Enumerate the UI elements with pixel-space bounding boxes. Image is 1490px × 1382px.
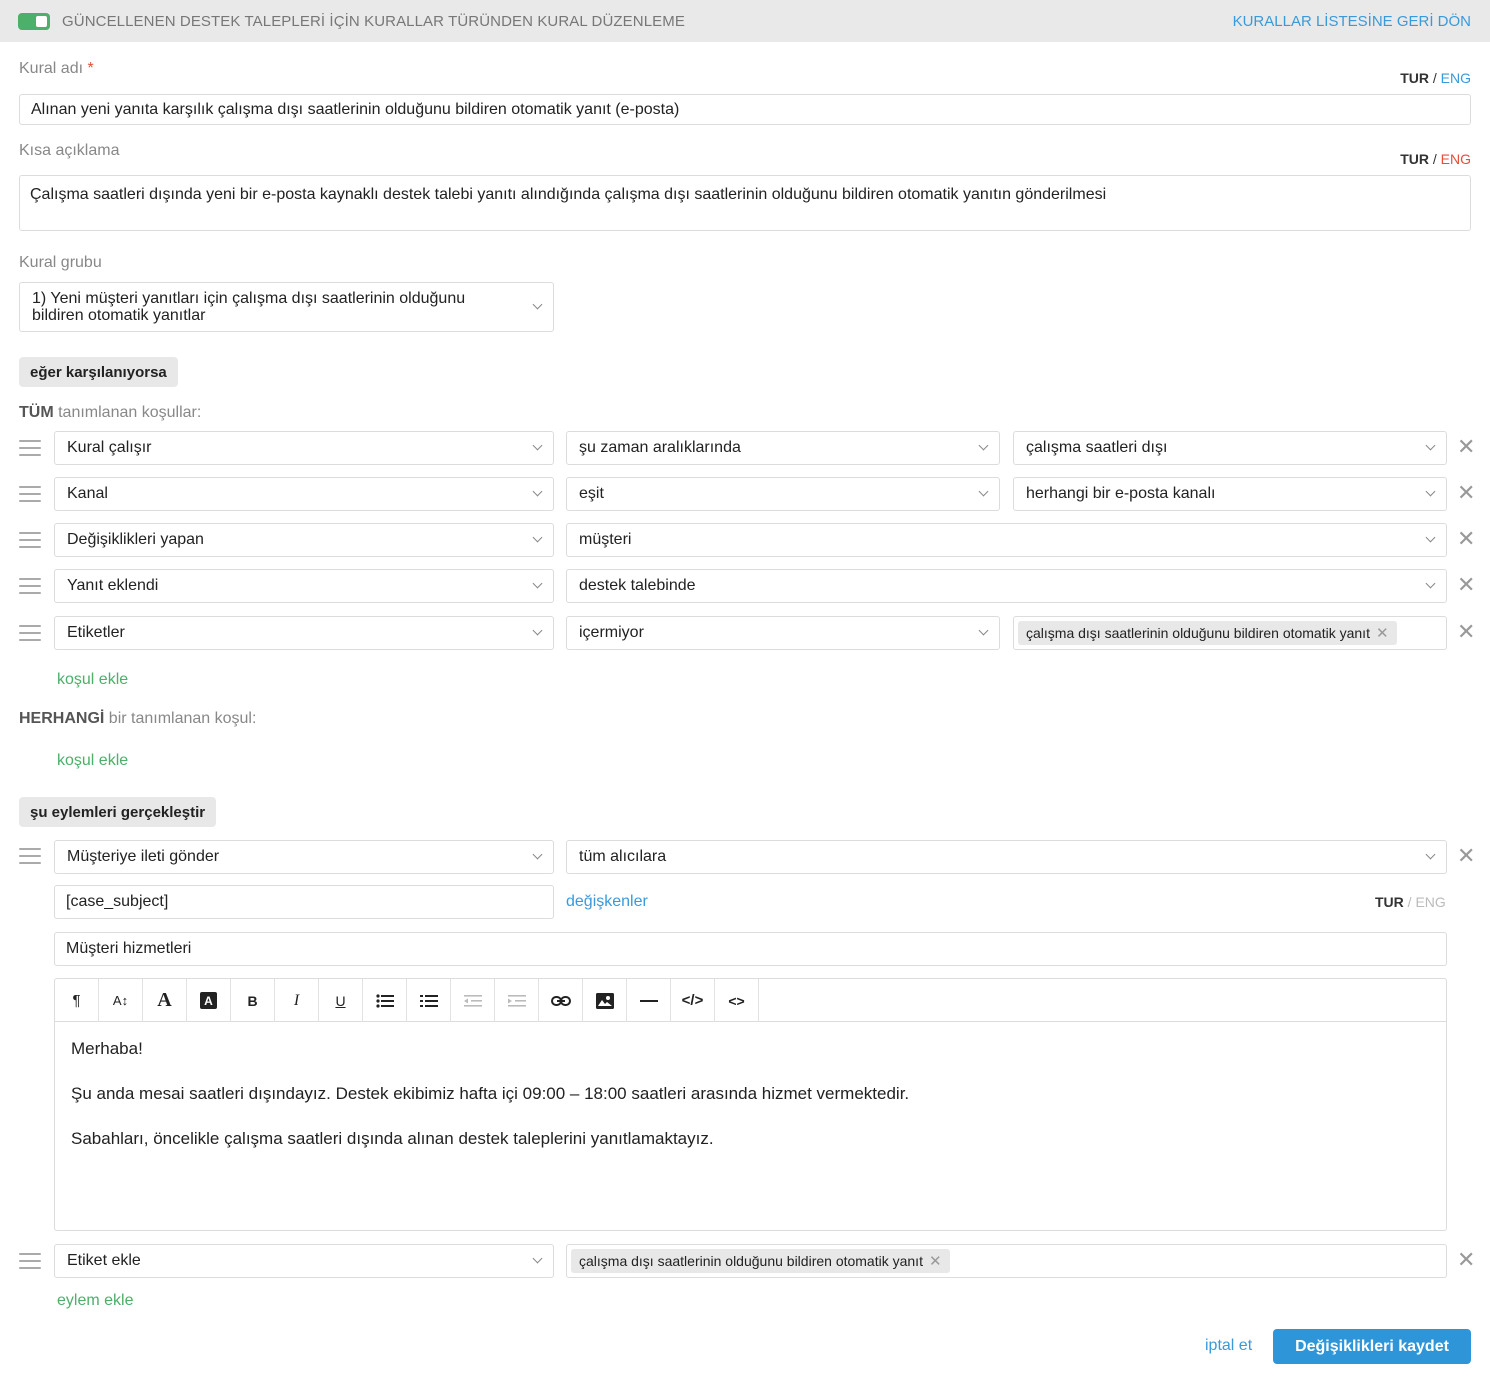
horizontal-rule-icon[interactable] [627,979,671,1022]
tag-chip: çalışma dışı saatlerinin olduğunu bildir… [571,1249,950,1273]
condition-field-select[interactable]: Kanal [54,477,554,511]
back-to-rules-link[interactable]: KURALLAR LİSTESİNE GERİ DÖN [1233,13,1471,30]
message-editor[interactable]: ¶ A↕ A A B I U </> <> Merhaba! Şu anda m… [54,978,1447,1231]
rule-name-lang-switch[interactable]: TUR / ENG [1400,70,1471,86]
any-conditions-label: HERHANGİ bir tanımlanan koşul: [19,710,257,727]
remove-action-icon[interactable]: ✕ [1457,1249,1475,1271]
condition-value-select[interactable]: müşteri [566,523,1447,557]
drag-handle-icon[interactable] [19,486,41,502]
lang-eng[interactable]: ENG [1415,894,1445,910]
all-conditions-label: TÜM tanımlanan koşullar: [19,404,202,421]
page-header: GÜNCELLENEN DESTEK TALEPLERİ İÇİN KURALL… [0,0,1490,42]
short-desc-label: Kısa açıklama [19,142,120,159]
editor-toolbar: ¶ A↕ A A B I U </> <> [55,979,1446,1022]
rule-active-toggle[interactable] [18,13,50,30]
add-any-condition-link[interactable]: koşul ekle [57,752,128,770]
remove-condition-icon[interactable]: ✕ [1457,436,1475,458]
lang-tur[interactable]: TUR [1400,151,1429,167]
background-color-icon[interactable]: A [187,979,231,1022]
rule-name-label: Kural adı * [19,60,94,77]
rule-group-label: Kural grubu [19,254,102,271]
editor-paragraph: Sabahları, öncelikle çalışma saatleri dı… [71,1129,714,1148]
remove-condition-icon[interactable]: ✕ [1457,574,1475,596]
add-all-condition-link[interactable]: koşul ekle [57,671,128,689]
drag-handle-icon[interactable] [19,532,41,548]
tag-chip: çalışma dışı saatlerinin olduğunu bildir… [1018,621,1397,645]
paragraph-icon[interactable]: ¶ [55,979,99,1022]
add-action-link[interactable]: eylem ekle [57,1292,133,1310]
page-title: GÜNCELLENEN DESTEK TALEPLERİ İÇİN KURALL… [62,13,685,30]
drag-handle-icon[interactable] [19,440,41,456]
drag-handle-icon[interactable] [19,625,41,641]
rule-name-input[interactable]: Alınan yeni yanıta karşılık çalışma dışı… [19,94,1471,125]
cancel-link[interactable]: iptal et [1205,1337,1252,1355]
action-recipients-select[interactable]: tüm alıcılara [566,840,1447,874]
actions-pill: şu eylemleri gerçekleştir [19,797,217,827]
condition-operator-select[interactable]: içermiyor [566,616,1000,650]
font-size-icon[interactable]: A↕ [99,979,143,1022]
remove-action-icon[interactable]: ✕ [1457,845,1475,867]
message-sender-input[interactable]: Müşteri hizmetleri [54,932,1447,966]
save-changes-button[interactable]: Değişiklikleri kaydet [1273,1329,1471,1364]
condition-value-select[interactable]: herhangi bir e-posta kanalı [1013,477,1447,511]
condition-field-select[interactable]: Değişiklikleri yapan [54,523,554,557]
condition-operator-select[interactable]: şu zaman aralıklarında [566,431,1000,465]
bulleted-list-icon[interactable] [363,979,407,1022]
editor-paragraph: Şu anda mesai saatleri dışındayız. Deste… [71,1084,910,1103]
image-icon[interactable] [583,979,627,1022]
lang-tur[interactable]: TUR [1375,894,1404,910]
indent-icon[interactable] [495,979,539,1022]
condition-field-select[interactable]: Kural çalışır [54,431,554,465]
lang-eng[interactable]: ENG [1441,151,1471,167]
remove-condition-icon[interactable]: ✕ [1457,621,1475,643]
link-icon[interactable] [539,979,583,1022]
action-type-select[interactable]: Müşteriye ileti gönder [54,840,554,874]
drag-handle-icon[interactable] [19,1253,41,1269]
variables-link[interactable]: değişkenler [566,893,648,911]
condition-tags-input[interactable]: çalışma dışı saatlerinin olduğunu bildir… [1013,616,1447,650]
remove-condition-icon[interactable]: ✕ [1457,528,1475,550]
outdent-icon[interactable] [451,979,495,1022]
action-type-select[interactable]: Etiket ekle [54,1244,554,1278]
message-subject-input[interactable]: [case_subject] [54,885,554,919]
remove-tag-icon[interactable]: ✕ [1376,624,1389,642]
if-conditions-pill: eğer karşılanıyorsa [19,357,178,387]
underline-icon[interactable]: U [319,979,363,1022]
short-desc-textarea[interactable]: Çalışma saatleri dışında yeni bir e-post… [19,175,1471,231]
code-view-icon[interactable]: </> [671,979,715,1022]
condition-field-select[interactable]: Yanıt eklendi [54,569,554,603]
remove-condition-icon[interactable]: ✕ [1457,482,1475,504]
font-color-icon[interactable]: A [143,979,187,1022]
condition-field-select[interactable]: Etiketler [54,616,554,650]
bold-icon[interactable]: B [231,979,275,1022]
editor-paragraph: Merhaba! [71,1039,143,1058]
drag-handle-icon[interactable] [19,578,41,594]
numbered-list-icon[interactable] [407,979,451,1022]
message-lang-switch[interactable]: TUR / ENG [1375,894,1446,910]
condition-value-select[interactable]: çalışma saatleri dışı [1013,431,1447,465]
short-desc-lang-switch[interactable]: TUR / ENG [1400,151,1471,167]
lang-tur[interactable]: TUR [1400,70,1429,86]
italic-icon[interactable]: I [275,979,319,1022]
condition-value-select[interactable]: destek talebinde [566,569,1447,603]
lang-eng[interactable]: ENG [1441,70,1471,86]
action-tags-input[interactable]: çalışma dışı saatlerinin olduğunu bildir… [566,1244,1447,1278]
embed-icon[interactable]: <> [715,979,759,1022]
remove-tag-icon[interactable]: ✕ [929,1252,942,1270]
condition-operator-select[interactable]: eşit [566,477,1000,511]
drag-handle-icon[interactable] [19,848,41,864]
editor-content[interactable]: Merhaba! Şu anda mesai saatleri dışınday… [71,1039,1430,1174]
rule-group-select[interactable]: 1) Yeni müşteri yanıtları için çalışma d… [19,282,554,332]
